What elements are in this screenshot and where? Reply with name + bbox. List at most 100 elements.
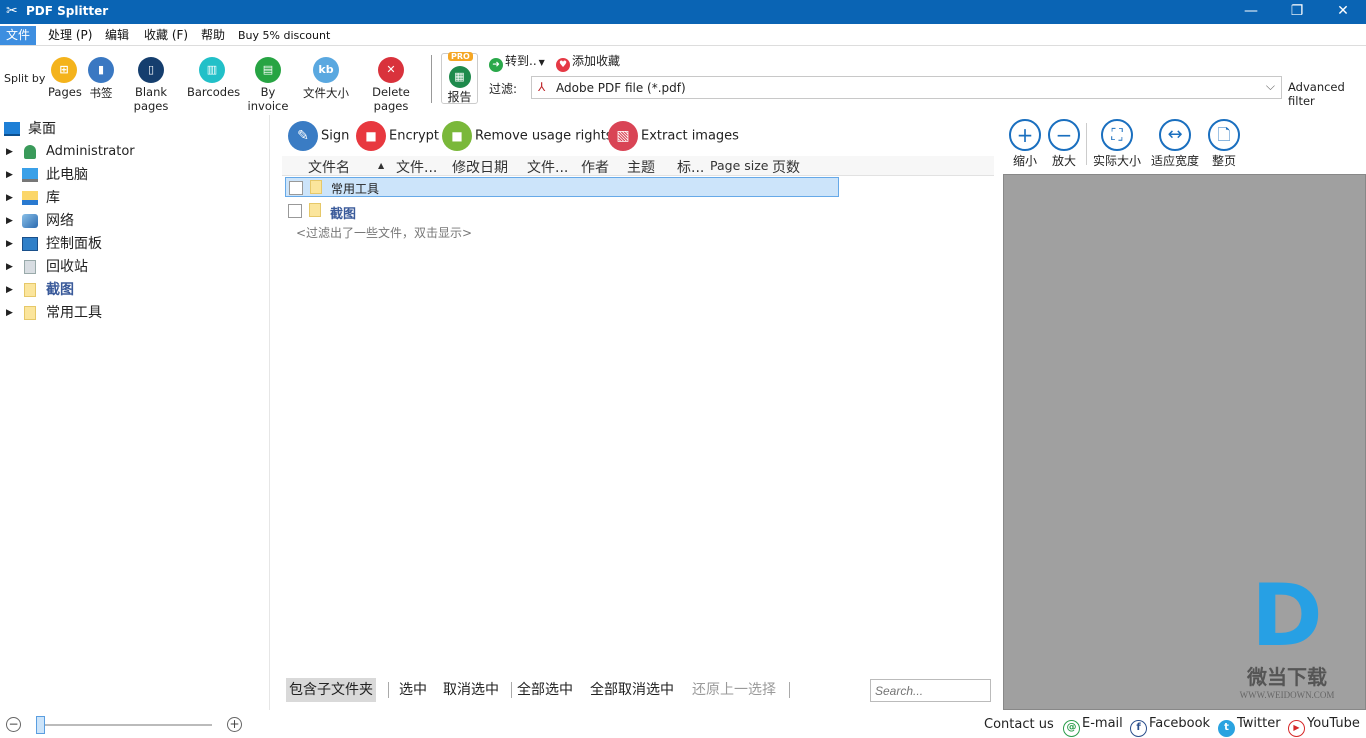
- zoom-in-button[interactable]: + 缩小: [1008, 119, 1042, 169]
- tree-item-control-panel[interactable]: ▶ 控制面板: [0, 233, 270, 255]
- tree-item-recycle-bin[interactable]: ▶ 回收站: [0, 256, 270, 278]
- tree-item-library[interactable]: ▶ 库: [0, 187, 270, 209]
- row-checkbox[interactable]: [288, 204, 302, 218]
- left-splitter[interactable]: [270, 115, 280, 710]
- menu-file[interactable]: 文件: [0, 26, 37, 45]
- menu-help[interactable]: 帮助: [195, 26, 231, 45]
- tree-item-label: 截图: [46, 282, 74, 298]
- deselect-all-button[interactable]: 全部取消选中: [587, 678, 677, 702]
- full-page-button[interactable]: 🗋 整页: [1207, 119, 1241, 169]
- split-bookmark-button[interactable]: ▮ 书签: [86, 57, 116, 101]
- deselect-button[interactable]: 取消选中: [440, 678, 502, 702]
- filtered-files-note[interactable]: <过滤出了一些文件，双击显示>: [296, 224, 472, 241]
- column-author[interactable]: 作者: [581, 157, 609, 177]
- tree-item-label: 库: [46, 190, 60, 206]
- restore-selection-button[interactable]: 还原上一选择: [689, 678, 779, 702]
- zoom-slider-thumb[interactable]: [36, 716, 45, 734]
- expand-arrow-icon[interactable]: ▶: [6, 141, 13, 163]
- preview-canvas[interactable]: D 微当下载 WWW.WEIDOWN.COM: [1003, 174, 1366, 710]
- split-barcodes-button[interactable]: ▥ Barcodes: [187, 57, 240, 99]
- sign-icon: ✎: [288, 121, 318, 151]
- invoice-icon: ▤: [255, 57, 281, 83]
- expand-arrow-icon[interactable]: ▶: [6, 164, 13, 186]
- file-row[interactable]: 常用工具: [285, 177, 839, 197]
- extract-images-icon: ▧: [608, 121, 638, 151]
- desktop-icon: [4, 122, 20, 136]
- email-link[interactable]: @ E-mail: [1063, 716, 1123, 737]
- restore-button[interactable]: ❐: [1274, 0, 1320, 24]
- zoom-slider-track[interactable]: [44, 724, 212, 726]
- fit-width-button[interactable]: ↔ 适应宽度: [1150, 119, 1200, 169]
- add-favorite-button[interactable]: ♥ 添加收藏: [556, 52, 620, 72]
- expand-arrow-icon[interactable]: ▶: [6, 233, 13, 255]
- advanced-filter-link[interactable]: Advanced filter: [1288, 80, 1366, 108]
- minimize-button[interactable]: —: [1228, 0, 1274, 24]
- expand-arrow-icon[interactable]: ▶: [6, 302, 13, 324]
- tree-item-this-pc[interactable]: ▶ 此电脑: [0, 164, 270, 186]
- include-subfolders-toggle[interactable]: 包含子文件夹: [286, 678, 376, 702]
- contact-us-label: Contact us: [984, 717, 1054, 732]
- expand-arrow-icon[interactable]: ▶: [6, 279, 13, 301]
- filter-value: Adobe PDF file (*.pdf): [556, 81, 686, 95]
- blank-page-icon: ▯: [138, 57, 164, 83]
- expand-arrow-icon[interactable]: ▶: [6, 187, 13, 209]
- file-row[interactable]: 截图: [285, 201, 839, 222]
- tree-item-screenshots[interactable]: ▶ 截图: [0, 279, 270, 301]
- menu-process[interactable]: 处理 (P): [42, 26, 98, 45]
- actual-size-button[interactable]: ⛶ 实际大小: [1092, 119, 1142, 169]
- search-input[interactable]: [870, 679, 991, 702]
- column-page-count[interactable]: 页数: [772, 157, 800, 177]
- delete-pages-button[interactable]: ✕ Delete pages: [358, 57, 424, 113]
- close-button[interactable]: ✕: [1320, 0, 1366, 24]
- select-button[interactable]: 选中: [396, 678, 430, 702]
- split-by-invoice-button[interactable]: ▤ By invoice: [242, 57, 294, 113]
- remove-usage-rights-button[interactable]: ■ Remove usage rights: [442, 121, 613, 151]
- zoom-out-button[interactable]: − 放大: [1047, 119, 1081, 169]
- zoom-plus-icon[interactable]: +: [227, 717, 242, 732]
- tree-item-label: 此电脑: [46, 167, 88, 183]
- zoom-minus-icon[interactable]: −: [6, 717, 21, 732]
- logo-letter: D: [1251, 566, 1323, 666]
- goto-dropdown[interactable]: ➜ 转到.. ▼: [489, 52, 545, 72]
- column-page-size[interactable]: Page size: [710, 158, 768, 173]
- twitter-link[interactable]: t Twitter: [1218, 716, 1281, 737]
- column-modified-date[interactable]: 修改日期: [452, 157, 508, 177]
- column-title[interactable]: 标...: [677, 157, 704, 177]
- menu-edit[interactable]: 编辑: [99, 26, 135, 45]
- select-all-button[interactable]: 全部选中: [514, 678, 576, 702]
- tree-item-label: 桌面: [28, 121, 56, 137]
- youtube-link[interactable]: ▶ YouTube: [1288, 716, 1360, 737]
- encrypt-button[interactable]: ■ Encrypt: [356, 121, 439, 151]
- email-icon: @: [1063, 720, 1080, 737]
- control-panel-icon: [22, 237, 38, 251]
- split-blank-pages-button[interactable]: ▯ Blank pages: [121, 57, 181, 113]
- folder-icon: [310, 180, 322, 194]
- facebook-link[interactable]: f Facebook: [1130, 716, 1210, 737]
- split-blank-pages-label: Blank pages: [133, 85, 169, 113]
- column-subject[interactable]: 主题: [627, 157, 655, 177]
- tree-item-desktop[interactable]: 桌面: [0, 118, 270, 140]
- column-file-size[interactable]: 文件...: [527, 157, 568, 177]
- expand-arrow-icon[interactable]: ▶: [6, 210, 13, 232]
- sign-button[interactable]: ✎ Sign: [288, 121, 349, 151]
- column-file-type[interactable]: 文件...: [396, 157, 437, 177]
- menu-favorites[interactable]: 收藏 (F): [138, 26, 194, 45]
- report-button[interactable]: PRO ▦ 报告: [441, 52, 478, 104]
- expand-arrow-icon[interactable]: ▶: [6, 256, 13, 278]
- row-checkbox[interactable]: [289, 181, 303, 195]
- tree-item-label: Administrator: [46, 144, 135, 159]
- tree-item-network[interactable]: ▶ 网络: [0, 210, 270, 232]
- split-file-size-button[interactable]: kb 文件大小: [300, 57, 352, 101]
- tree-item-common-tools[interactable]: ▶ 常用工具: [0, 302, 270, 324]
- folder-shortcut-icon: [24, 306, 36, 320]
- column-filename[interactable]: 文件名: [308, 157, 350, 177]
- filter-select[interactable]: ⅄ Adobe PDF file (*.pdf) ⌵: [531, 76, 1282, 99]
- tree-item-administrator[interactable]: ▶ Administrator: [0, 141, 270, 163]
- split-pages-button[interactable]: ⊞ Pages: [48, 57, 82, 99]
- menu-buy-discount[interactable]: Buy 5% discount: [232, 26, 336, 45]
- folder-tree: 桌面 ▶ Administrator ▶ 此电脑 ▶ 库 ▶ 网络 ▶ 控制面板…: [0, 115, 270, 710]
- extract-images-button[interactable]: ▧ Extract images: [608, 121, 739, 151]
- status-bar: − + Contact us @ E-mail f Facebook t Twitte…: [0, 712, 1366, 738]
- ribbon-toolbar: Split by ⊞ Pages ▮ 书签 ▯ Blank pages ▥ Ba…: [0, 47, 1366, 113]
- tree-item-label: 常用工具: [46, 305, 102, 321]
